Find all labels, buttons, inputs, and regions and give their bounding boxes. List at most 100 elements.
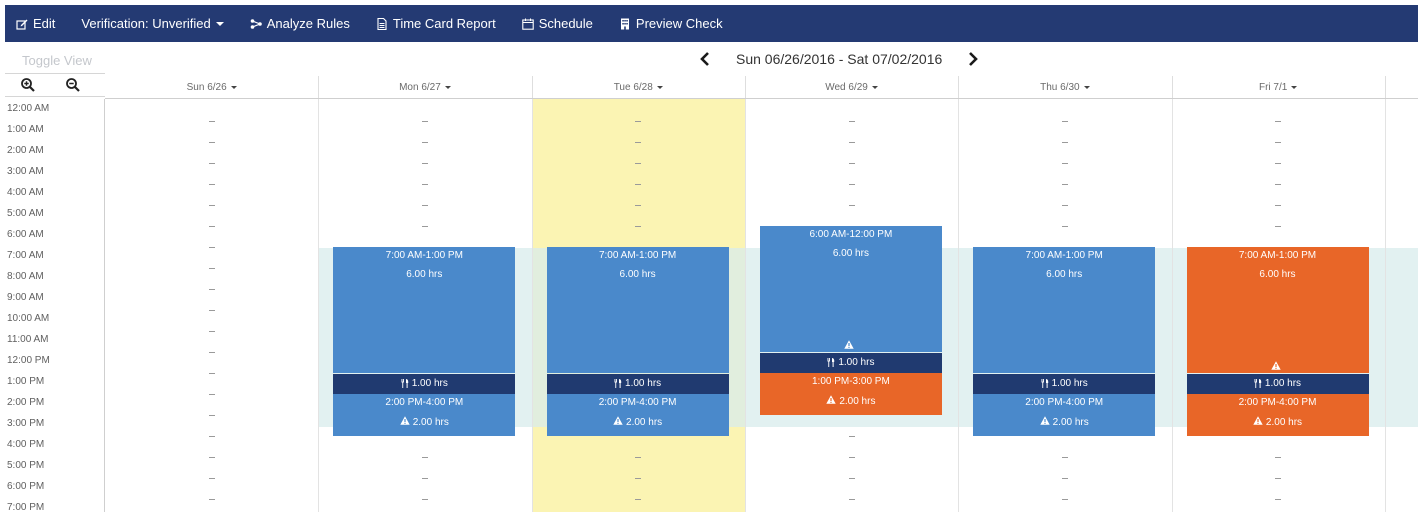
time-card-report-label: Time Card Report: [392, 16, 496, 31]
caret-down-icon: [1291, 85, 1298, 89]
shift-hours-value: 2.00 hrs: [1052, 417, 1089, 428]
shift-block[interactable]: 7:00 AM-1:00 PM 6.00 hrs: [546, 247, 729, 373]
shift-hours: 6.00 hrs: [1046, 269, 1083, 280]
header-separator: [318, 76, 320, 98]
analyze-rules-button[interactable]: Analyze Rules: [250, 16, 350, 31]
utensils-icon: [401, 379, 412, 388]
empty-slot-marker: [208, 330, 215, 332]
shift-block[interactable]: 7:00 AM-1:00 PM 6.00 hrs: [1186, 247, 1369, 373]
shift-block[interactable]: 2:00 PM-4:00 PM 2.00 hrs: [1186, 394, 1369, 436]
meal-break-block[interactable]: 1.00 hrs: [1186, 373, 1369, 394]
column-divider: [1171, 99, 1173, 512]
meal-break-block[interactable]: 1.00 hrs: [973, 373, 1156, 394]
shift-block[interactable]: 2:00 PM-4:00 PM 2.00 hrs: [973, 394, 1156, 436]
shift-time-range: 2:00 PM-4:00 PM: [385, 397, 464, 408]
schedule-button[interactable]: Schedule: [521, 16, 593, 31]
caret-down-icon: [656, 85, 663, 89]
utensils-icon: [1041, 379, 1052, 388]
empty-slot-marker: [848, 456, 855, 458]
meal-break-block[interactable]: 1.00 hrs: [546, 373, 729, 394]
empty-slot-marker: [635, 162, 642, 164]
break-hours: 1.00 hrs: [1264, 378, 1302, 389]
meal-break-block[interactable]: 1.00 hrs: [333, 373, 516, 394]
shift-time-range: 7:00 AM-1:00 PM: [385, 250, 463, 261]
empty-slot-marker: [208, 162, 215, 164]
time-gutter: 12:00 AM 1:00 AM 2:00 AM 3:00 AM 4:00 AM 5:00…: [5, 99, 105, 512]
time-label: 2:00 AM: [7, 145, 44, 156]
shift-block[interactable]: 7:00 AM-1:00 PM 6.00 hrs: [333, 247, 516, 373]
shift-hours: 6.00 hrs: [832, 248, 869, 259]
empty-slot-marker: [635, 456, 642, 458]
shift-block[interactable]: 6:00 AM-12:00 PM 6.00 hrs: [759, 226, 942, 352]
week-navigator: Sun 06/26/2016 - Sat 07/02/2016: [698, 49, 980, 69]
empty-slot-marker: [1061, 456, 1068, 458]
preview-check-button[interactable]: Preview Check: [619, 16, 723, 31]
document-icon: [376, 17, 388, 30]
meal-break-block[interactable]: 1.00 hrs: [759, 352, 942, 373]
verification-label: Verification: Unverified: [81, 16, 211, 31]
empty-slot-marker: [421, 204, 428, 206]
shift-block[interactable]: 7:00 AM-1:00 PM 6.00 hrs: [973, 247, 1156, 373]
chevron-right-icon[interactable]: [966, 50, 980, 68]
day-header-label: Mon 6/27: [399, 81, 441, 93]
shift-hours: 2.00 hrs: [1187, 416, 1369, 428]
empty-slot-marker: [848, 141, 855, 143]
share-nodes-icon: [250, 18, 262, 30]
time-label: 9:00 AM: [7, 292, 44, 303]
empty-slot-marker: [848, 498, 855, 500]
schedule-app: Edit Verification: Unverified Analyze Ru…: [0, 0, 1418, 512]
utensils-icon: [1254, 379, 1265, 388]
day-header[interactable]: Thu 6/30: [958, 76, 1171, 98]
header-separator: [531, 76, 533, 98]
day-header[interactable]: Mon 6/27: [318, 76, 531, 98]
empty-slot-marker: [208, 477, 215, 479]
empty-slot-marker: [208, 141, 215, 143]
empty-slot-marker: [208, 372, 215, 374]
day-header-label: Sun 6/26: [186, 81, 227, 93]
zoom-in-icon[interactable]: [20, 77, 38, 95]
empty-slot-marker: [421, 141, 428, 143]
column-divider: [744, 99, 746, 512]
empty-slot-marker: [635, 498, 642, 500]
toggle-view-link[interactable]: Toggle View: [22, 53, 92, 68]
time-label: 8:00 AM: [7, 271, 44, 282]
time-label: 11:00 AM: [7, 334, 49, 345]
shift-block[interactable]: 2:00 PM-4:00 PM 2.00 hrs: [546, 394, 729, 436]
edit-icon: [16, 18, 28, 30]
day-header-label: Tue 6/28: [613, 81, 653, 93]
shift-block[interactable]: 2:00 PM-4:00 PM 2.00 hrs: [333, 394, 516, 436]
header-separator: [958, 76, 960, 98]
edit-button[interactable]: Edit: [16, 16, 55, 31]
break-hours: 1.00 hrs: [838, 357, 875, 368]
empty-slot-marker: [1061, 183, 1068, 185]
break-hours: 1.00 hrs: [411, 378, 448, 389]
caret-down-icon: [215, 21, 224, 26]
empty-slot-marker: [208, 288, 215, 290]
day-header[interactable]: Wed 6/29: [745, 76, 958, 98]
header-separator: [1384, 76, 1386, 98]
day-header[interactable]: Tue 6/28: [532, 76, 745, 98]
zoom-out-icon[interactable]: [65, 77, 83, 95]
time-card-report-button[interactable]: Time Card Report: [376, 16, 496, 31]
shift-hours-value: 2.00 hrs: [839, 396, 876, 407]
empty-slot-marker: [848, 183, 855, 185]
shift-block[interactable]: 1:00 PM-3:00 PM 2.00 hrs: [759, 373, 942, 415]
day-header[interactable]: Sun 6/26: [105, 76, 318, 98]
shift-time-range: 1:00 PM-3:00 PM: [811, 376, 890, 387]
verification-dropdown[interactable]: Verification: Unverified: [81, 16, 224, 31]
column-divider: [958, 99, 960, 512]
day-header-label: Thu 6/30: [1040, 81, 1080, 93]
empty-slot-marker: [421, 225, 428, 227]
chevron-left-icon[interactable]: [698, 50, 712, 68]
column-divider: [1384, 99, 1386, 512]
shift-hours: 6.00 hrs: [1259, 269, 1296, 280]
caret-down-icon: [871, 85, 878, 89]
shift-time-range: 7:00 AM-1:00 PM: [598, 250, 677, 261]
empty-slot-marker: [208, 246, 215, 248]
day-header[interactable]: Fri 7/1: [1172, 76, 1385, 98]
empty-slot-marker: [1061, 120, 1068, 122]
empty-slot-marker: [635, 183, 642, 185]
week-range: Sun 06/26/2016 - Sat 07/02/2016: [736, 51, 943, 67]
warning-icon: [1253, 416, 1266, 425]
time-label: 7:00 PM: [7, 502, 45, 512]
